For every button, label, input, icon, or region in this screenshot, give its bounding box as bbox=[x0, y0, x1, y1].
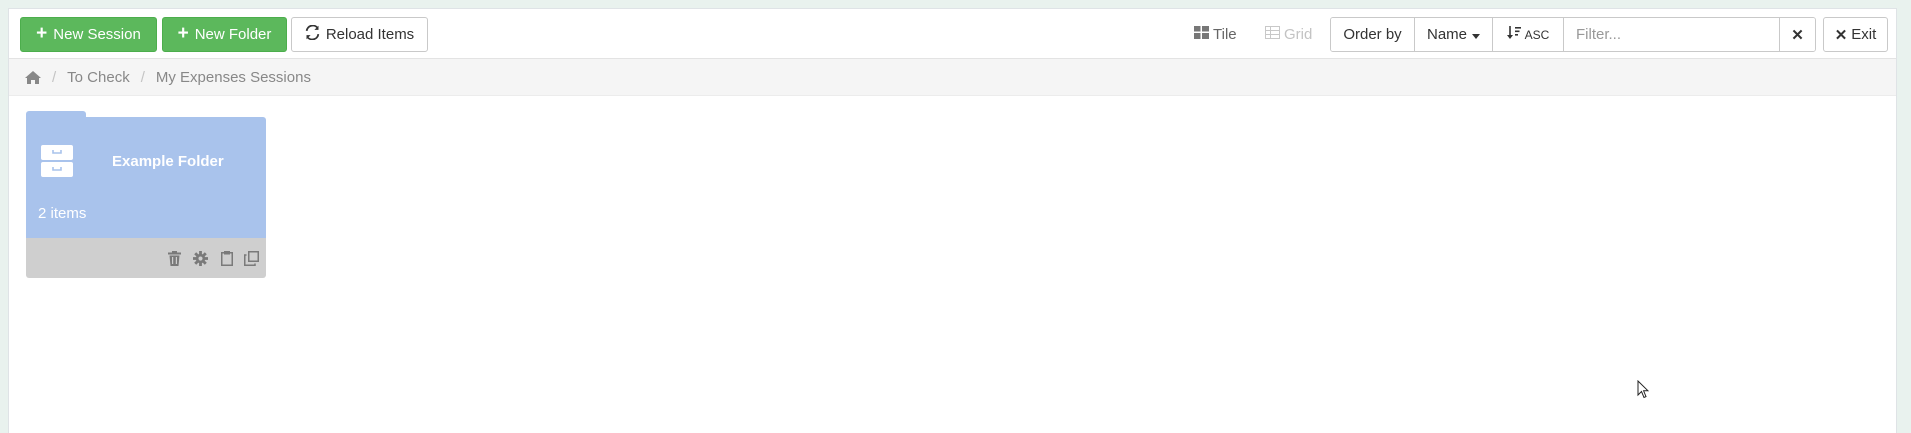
gear-icon[interactable] bbox=[192, 250, 209, 267]
folder-name: Example Folder bbox=[112, 153, 224, 170]
breadcrumb-separator: / bbox=[52, 68, 57, 86]
exit-label: Exit bbox=[1851, 26, 1877, 43]
reload-items-label: Reload Items bbox=[325, 26, 415, 43]
folder-tile[interactable]: Example Folder 2 items bbox=[26, 117, 266, 278]
folder-actions bbox=[26, 238, 266, 278]
breadcrumb: / To Check / My Expenses Sessions bbox=[9, 59, 1896, 96]
reload-items-button[interactable]: Reload Items bbox=[291, 17, 428, 52]
view-tile-button[interactable]: Tile bbox=[1194, 17, 1237, 52]
view-tile-label: Tile bbox=[1213, 26, 1237, 43]
mouse-cursor-icon bbox=[1637, 379, 1650, 404]
toolbar: + New Session + New Folder Reload Items bbox=[9, 9, 1896, 59]
order-field-value: Name bbox=[1426, 26, 1467, 43]
view-grid-label: Grid bbox=[1284, 26, 1313, 43]
folder-body[interactable]: Example Folder 2 items bbox=[26, 117, 266, 238]
order-field-dropdown[interactable]: Name bbox=[1415, 18, 1493, 51]
close-icon: ✕ bbox=[1834, 26, 1848, 44]
new-session-button[interactable]: + New Session bbox=[20, 17, 157, 52]
order-filter-group: Order by Name ASC Filter... ✕ bbox=[1330, 17, 1816, 52]
caret-down-icon bbox=[1472, 26, 1480, 43]
close-icon: ✕ bbox=[1791, 26, 1804, 44]
breadcrumb-separator: / bbox=[140, 68, 145, 86]
breadcrumb-item-to-check[interactable]: To Check bbox=[67, 69, 130, 86]
exit-button[interactable]: ✕ Exit bbox=[1823, 17, 1888, 52]
copy-icon[interactable] bbox=[243, 250, 260, 267]
plus-icon: + bbox=[36, 23, 48, 44]
order-by-label: Order by bbox=[1331, 18, 1415, 51]
refresh-icon bbox=[305, 24, 320, 44]
tile-icon bbox=[1194, 26, 1209, 43]
grid-icon bbox=[1265, 26, 1280, 43]
new-session-label: New Session bbox=[53, 26, 141, 43]
main-panel: + New Session + New Folder Reload Items bbox=[8, 8, 1897, 433]
plus-icon: + bbox=[177, 23, 189, 44]
clipboard-icon[interactable] bbox=[218, 250, 235, 267]
filter-input[interactable] bbox=[1564, 18, 1779, 51]
home-icon[interactable] bbox=[25, 70, 41, 84]
trash-icon[interactable] bbox=[166, 250, 183, 267]
new-folder-button[interactable]: + New Folder bbox=[162, 17, 287, 52]
new-folder-label: New Folder bbox=[194, 26, 272, 43]
breadcrumb-item-current: My Expenses Sessions bbox=[155, 68, 311, 86]
filter-input-wrapper bbox=[1564, 18, 1780, 51]
folder-item-count: 2 items bbox=[38, 205, 87, 222]
sort-icon bbox=[1506, 26, 1521, 43]
sort-direction-button[interactable]: ASC bbox=[1493, 18, 1564, 51]
archive-icon bbox=[41, 145, 73, 182]
view-grid-button[interactable]: Grid bbox=[1265, 17, 1312, 52]
clear-filter-button[interactable]: ✕ bbox=[1780, 18, 1815, 51]
sort-direction-label: ASC bbox=[1524, 27, 1550, 42]
